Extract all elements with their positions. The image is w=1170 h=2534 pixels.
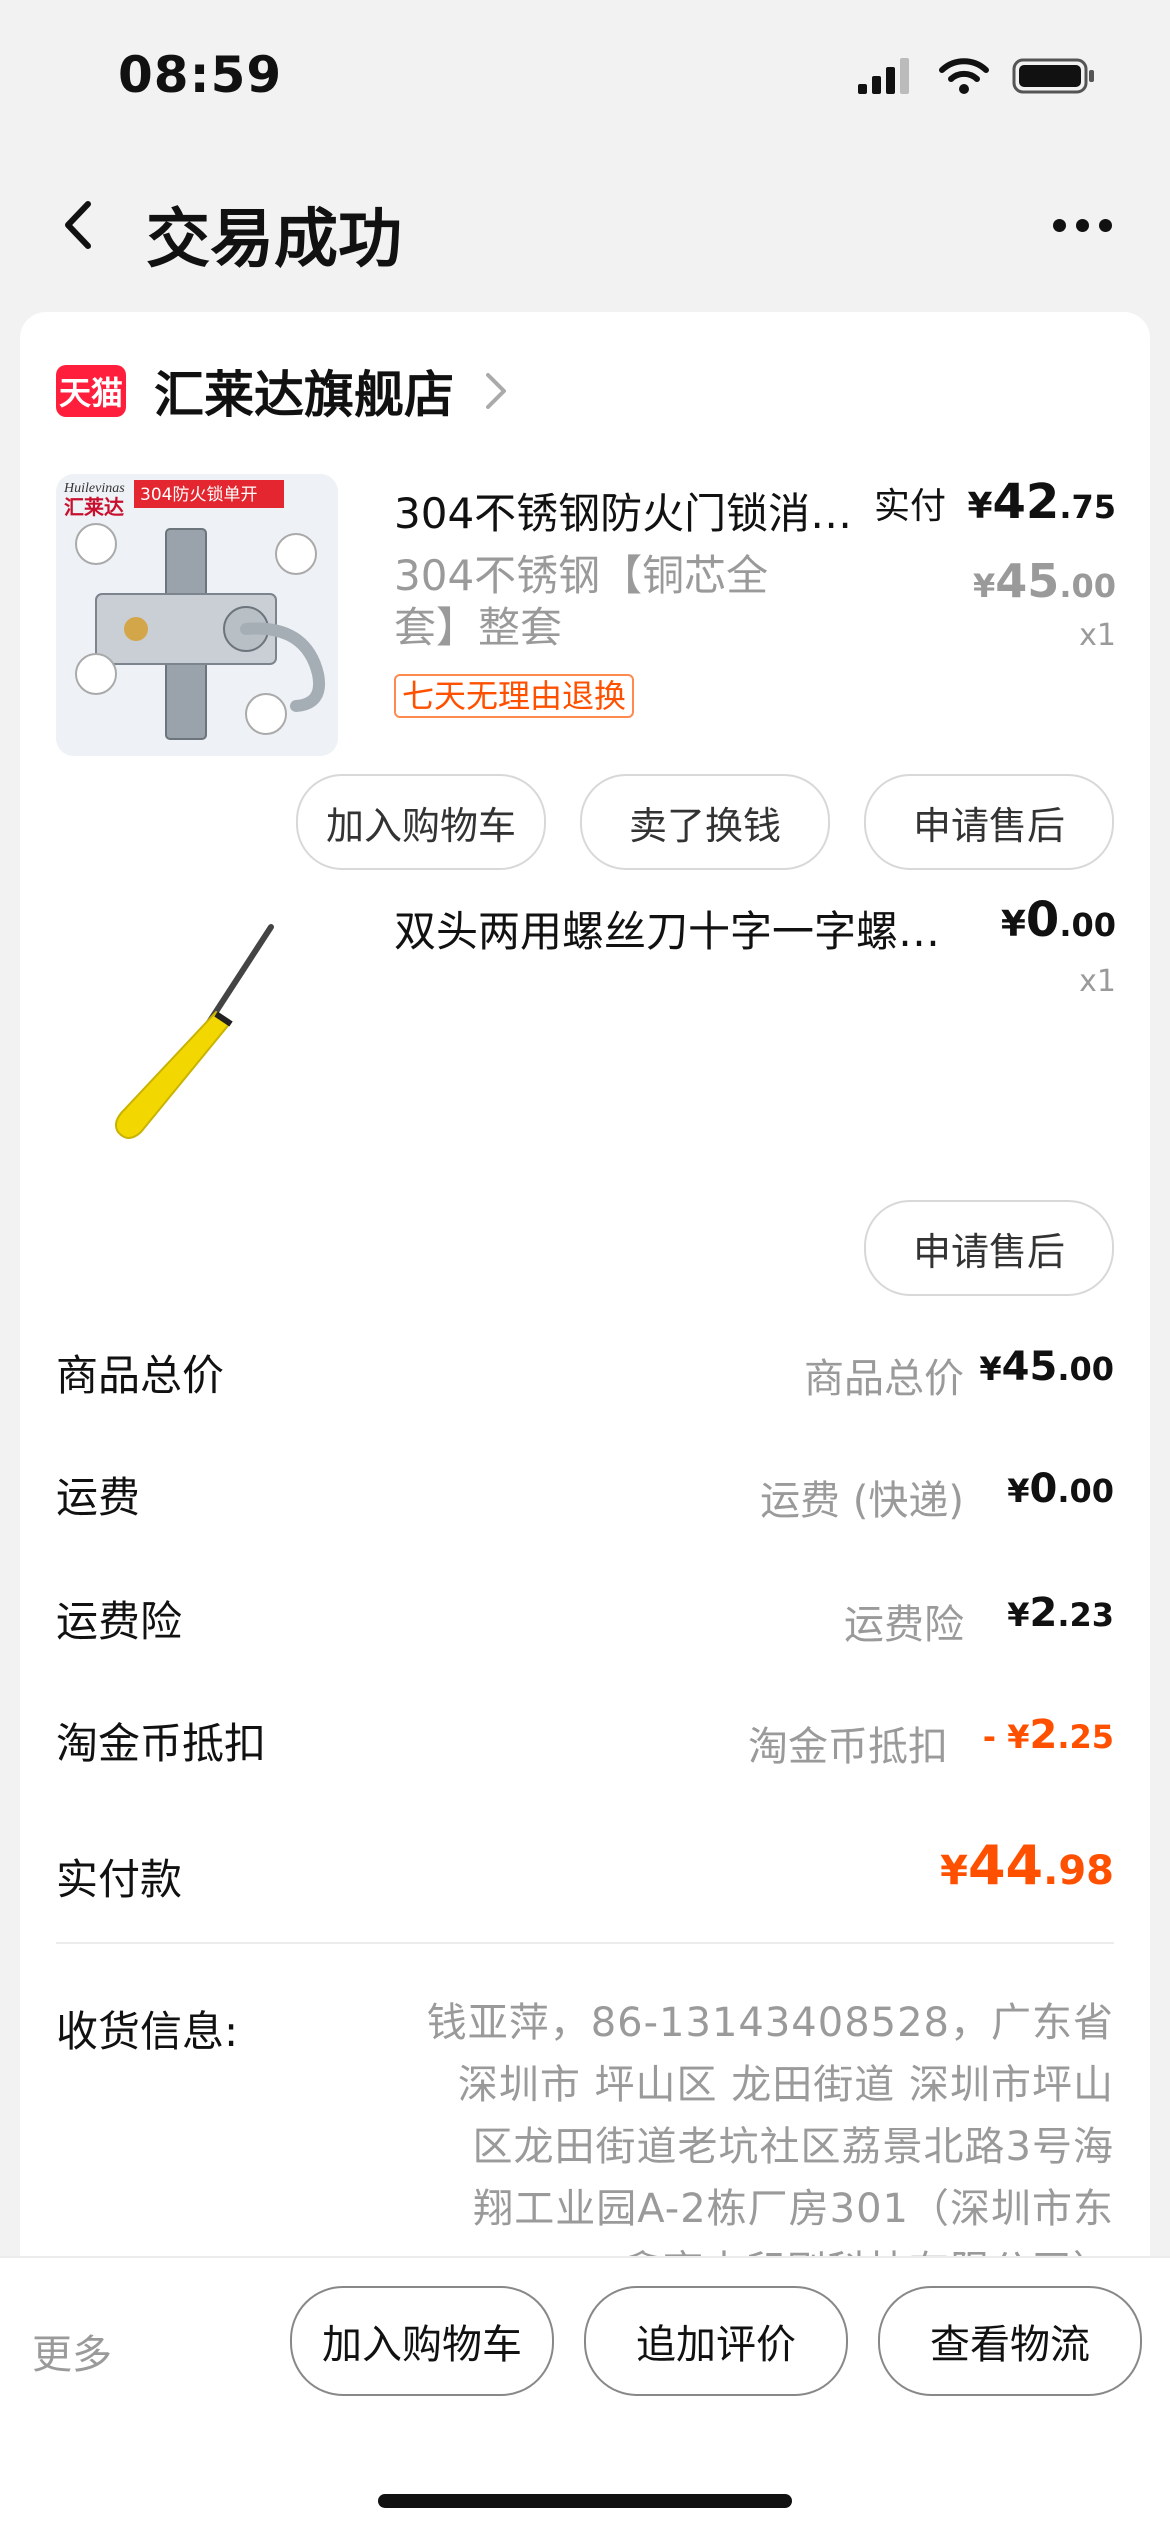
price-dec: .00 — [1059, 906, 1116, 944]
paid-int: 42 — [992, 474, 1060, 530]
add-review-button[interactable]: 追加评价 — [584, 2286, 848, 2396]
quantity: x1 — [1079, 964, 1116, 999]
total-value: ¥44.98 — [940, 1834, 1114, 1897]
orig-int: 45 — [995, 554, 1060, 608]
address-label: 收货信息: — [56, 2007, 239, 2056]
status-bar: 08:59 — [0, 0, 1170, 150]
bottom-action-bar: 更多 加入购物车 追加评价 查看物流 — [0, 2256, 1170, 2534]
product-actions: 加入购物车 卖了换钱 申请售后 — [296, 774, 1114, 870]
more-link[interactable]: 更多 — [32, 2322, 112, 2380]
total-label: 实付款 — [56, 1855, 183, 1904]
add-to-cart-button[interactable]: 加入购物车 — [290, 2286, 554, 2396]
after-sales-button[interactable]: 申请售后 — [864, 1200, 1114, 1296]
summary-sub-label: 淘金币抵扣 — [748, 1724, 948, 1770]
product-sku: 304不锈钢【铜芯全套】整套 — [394, 551, 769, 652]
summary-value: ¥45.00 — [979, 1344, 1114, 1390]
screwdriver-image — [56, 892, 338, 1174]
quantity: x1 — [1079, 618, 1116, 653]
total-paid-row: 实付款 ¥44.98 — [56, 1834, 1114, 1916]
summary-label: 运费险 — [56, 1597, 183, 1646]
summary-row-subtotal: 商品总价 商品总价 ¥45.00 — [56, 1332, 1114, 1412]
product-item[interactable]: Huilevinas 汇莱达 304防火锁单开 304不锈钢防火门锁消… 304… — [56, 474, 1116, 764]
original-price: ¥45.00 — [973, 554, 1116, 608]
wifi-icon — [939, 58, 989, 94]
product-image-brand-cn: 汇莱达 — [64, 495, 124, 519]
door-lock-image: Huilevinas 汇莱达 304防火锁单开 — [56, 474, 338, 756]
summary-value: - ¥2.25 — [982, 1712, 1114, 1758]
signal-icon — [858, 58, 909, 94]
tmall-logo-icon: 天猫 — [56, 365, 126, 417]
paid-label: 实付 — [873, 486, 946, 527]
shop-header[interactable]: 天猫 汇莱达旗舰店 — [56, 356, 508, 426]
paid-price: 实付 ¥42.75 — [874, 474, 1116, 530]
status-icons — [856, 56, 1096, 96]
summary-sub-label: 商品总价 — [804, 1356, 964, 1402]
chevron-right-icon — [486, 373, 506, 409]
orig-currency: ¥ — [973, 567, 996, 605]
view-logistics-button[interactable]: 查看物流 — [878, 2286, 1142, 2396]
summary-label: 淘金币抵扣 — [56, 1719, 267, 1768]
shop-name: 汇莱达旗舰店 — [154, 366, 454, 424]
chevron-left-icon — [65, 201, 91, 249]
price-currency: ¥ — [1000, 904, 1026, 945]
divider — [56, 1942, 1114, 1944]
price: ¥0.00 — [1001, 892, 1116, 948]
resell-button[interactable]: 卖了换钱 — [580, 774, 830, 870]
orig-dec: .00 — [1059, 567, 1116, 605]
summary-sub-label: 运费 (快递) — [760, 1478, 964, 1524]
paid-dec: .75 — [1059, 488, 1116, 526]
product-image-banner: 304防火锁单开 — [140, 485, 257, 505]
back-button[interactable] — [48, 192, 108, 258]
product-image[interactable] — [56, 892, 338, 1174]
return-policy-badge: 七天无理由退换 — [394, 674, 635, 718]
product-image[interactable]: Huilevinas 汇莱达 304防火锁单开 — [56, 474, 338, 756]
summary-value: ¥0.00 — [1007, 1466, 1114, 1512]
product-image-brand-en: Huilevinas — [63, 481, 125, 496]
more-options-icon[interactable] — [1042, 200, 1122, 250]
summary-sub-label: 运费险 — [844, 1602, 964, 1648]
product-item[interactable]: 双头两用螺丝刀十字一字螺… ¥0.00 x1 — [56, 892, 1116, 1174]
product-title[interactable]: 304不锈钢防火门锁消… — [394, 480, 894, 541]
price-int: 0 — [1025, 892, 1060, 948]
summary-row-shipping-insurance: 运费险 运费险 ¥2.23 — [56, 1578, 1114, 1658]
home-indicator[interactable] — [378, 2494, 792, 2508]
after-sales-button[interactable]: 申请售后 — [864, 774, 1114, 870]
paid-currency: ¥ — [967, 486, 993, 527]
product-title[interactable]: 双头两用螺丝刀十字一字螺… — [394, 898, 954, 959]
add-to-cart-button[interactable]: 加入购物车 — [296, 774, 546, 870]
nav-bar: 交易成功 — [0, 170, 1170, 280]
summary-value: ¥2.23 — [1007, 1590, 1114, 1636]
battery-icon — [1012, 58, 1094, 94]
summary-row-shipping: 运费 运费 (快递) ¥0.00 — [56, 1454, 1114, 1534]
order-card: 天猫 汇莱达旗舰店 Huilevinas 汇莱达 304防火锁单开 304不锈钢… — [20, 312, 1150, 2312]
page-title: 交易成功 — [146, 203, 402, 277]
status-time: 08:59 — [118, 46, 283, 104]
summary-label: 运费 — [56, 1473, 141, 1522]
summary-label: 商品总价 — [56, 1351, 225, 1400]
summary-row-coin-discount: 淘金币抵扣 淘金币抵扣 - ¥2.25 — [56, 1700, 1114, 1780]
product-actions: 申请售后 — [864, 1200, 1114, 1296]
